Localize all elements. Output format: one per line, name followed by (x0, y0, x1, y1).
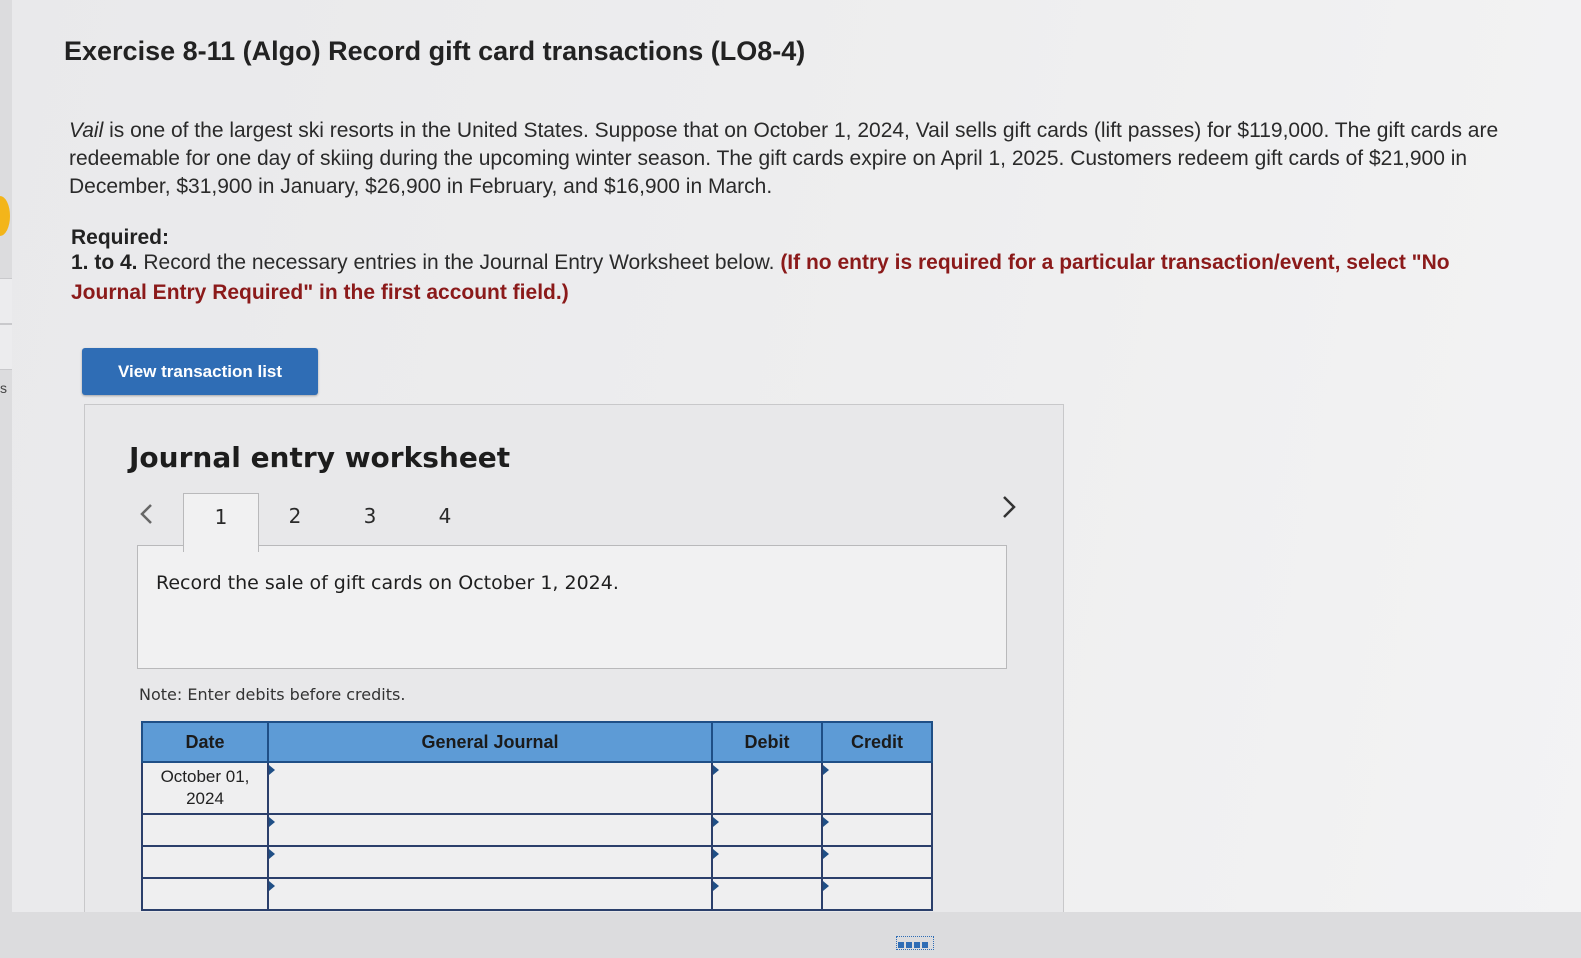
table-row (141, 877, 933, 911)
required-range: 1. to 4. (71, 251, 138, 274)
column-header-credit: Credit (821, 721, 933, 763)
company-name: Vail (69, 119, 104, 142)
chevron-right-icon[interactable] (997, 493, 1021, 521)
required-label: Required: (71, 226, 170, 249)
column-header-debit: Debit (711, 721, 823, 763)
table-row (141, 845, 933, 879)
worksheet-title: Journal entry worksheet (129, 441, 511, 474)
entry-marker-icon (823, 817, 829, 827)
entry-marker-icon (269, 817, 275, 827)
entry-marker-icon (713, 881, 719, 891)
tab-4[interactable]: 4 (408, 493, 482, 553)
tab-2[interactable]: 2 (258, 493, 332, 553)
credit-field[interactable] (821, 813, 933, 847)
general-journal-table: Date General Journal Debit Credit Octobe… (141, 721, 933, 911)
entry-note: Note: Enter debits before credits. (139, 685, 406, 704)
credit-field[interactable] (821, 877, 933, 911)
tab-3[interactable]: 3 (333, 493, 407, 553)
debit-field[interactable] (711, 877, 823, 911)
debit-field[interactable] (711, 813, 823, 847)
entry-marker-icon (269, 881, 275, 891)
date-cell (141, 877, 269, 911)
debit-field[interactable] (711, 761, 823, 815)
account-field[interactable] (267, 877, 713, 911)
bottom-navigation-bar (0, 912, 1581, 958)
table-row: October 01, 2024 (141, 761, 933, 815)
view-transaction-list-button[interactable]: View transaction list (82, 348, 318, 395)
entry-marker-icon (269, 765, 275, 775)
entry-marker-icon (823, 765, 829, 775)
problem-text: is one of the largest ski resorts in the… (69, 119, 1499, 198)
column-header-date: Date (141, 721, 269, 763)
entry-marker-icon (823, 849, 829, 859)
journal-entry-worksheet: Journal entry worksheet 1 2 3 4 Record t… (84, 404, 1064, 916)
credit-field[interactable] (821, 761, 933, 815)
exercise-title: Exercise 8-11 (Algo) Record gift card tr… (64, 36, 806, 66)
edge-letter: s (0, 380, 7, 396)
transaction-description: Record the sale of gift cards on October… (156, 572, 619, 594)
debit-field[interactable] (711, 845, 823, 879)
chevron-left-icon[interactable] (135, 501, 159, 527)
date-cell (141, 845, 269, 879)
credit-field[interactable] (821, 845, 933, 879)
account-field[interactable] (267, 845, 713, 879)
account-field[interactable] (267, 761, 713, 815)
left-edge-panel (0, 0, 12, 958)
date-cell (141, 813, 269, 847)
question-page: Exercise 8-11 (Algo) Record gift card tr… (12, 0, 1581, 958)
account-field[interactable] (267, 813, 713, 847)
grid-icon[interactable] (896, 936, 934, 950)
required-text: Record the necessary entries in the Jour… (137, 251, 781, 274)
transaction-description-panel: Record the sale of gift cards on October… (137, 545, 1007, 669)
required-instruction: 1. to 4. Record the necessary entries in… (71, 248, 1491, 308)
entry-marker-icon (269, 849, 275, 859)
column-header-general-journal: General Journal (267, 721, 713, 763)
table-row (141, 813, 933, 847)
tab-1[interactable]: 1 (183, 493, 259, 552)
date-cell: October 01, 2024 (141, 761, 269, 815)
entry-marker-icon (823, 881, 829, 891)
problem-statement: Vail is one of the largest ski resorts i… (69, 117, 1499, 201)
entry-marker-icon (713, 765, 719, 775)
entry-marker-icon (713, 849, 719, 859)
entry-marker-icon (713, 817, 719, 827)
